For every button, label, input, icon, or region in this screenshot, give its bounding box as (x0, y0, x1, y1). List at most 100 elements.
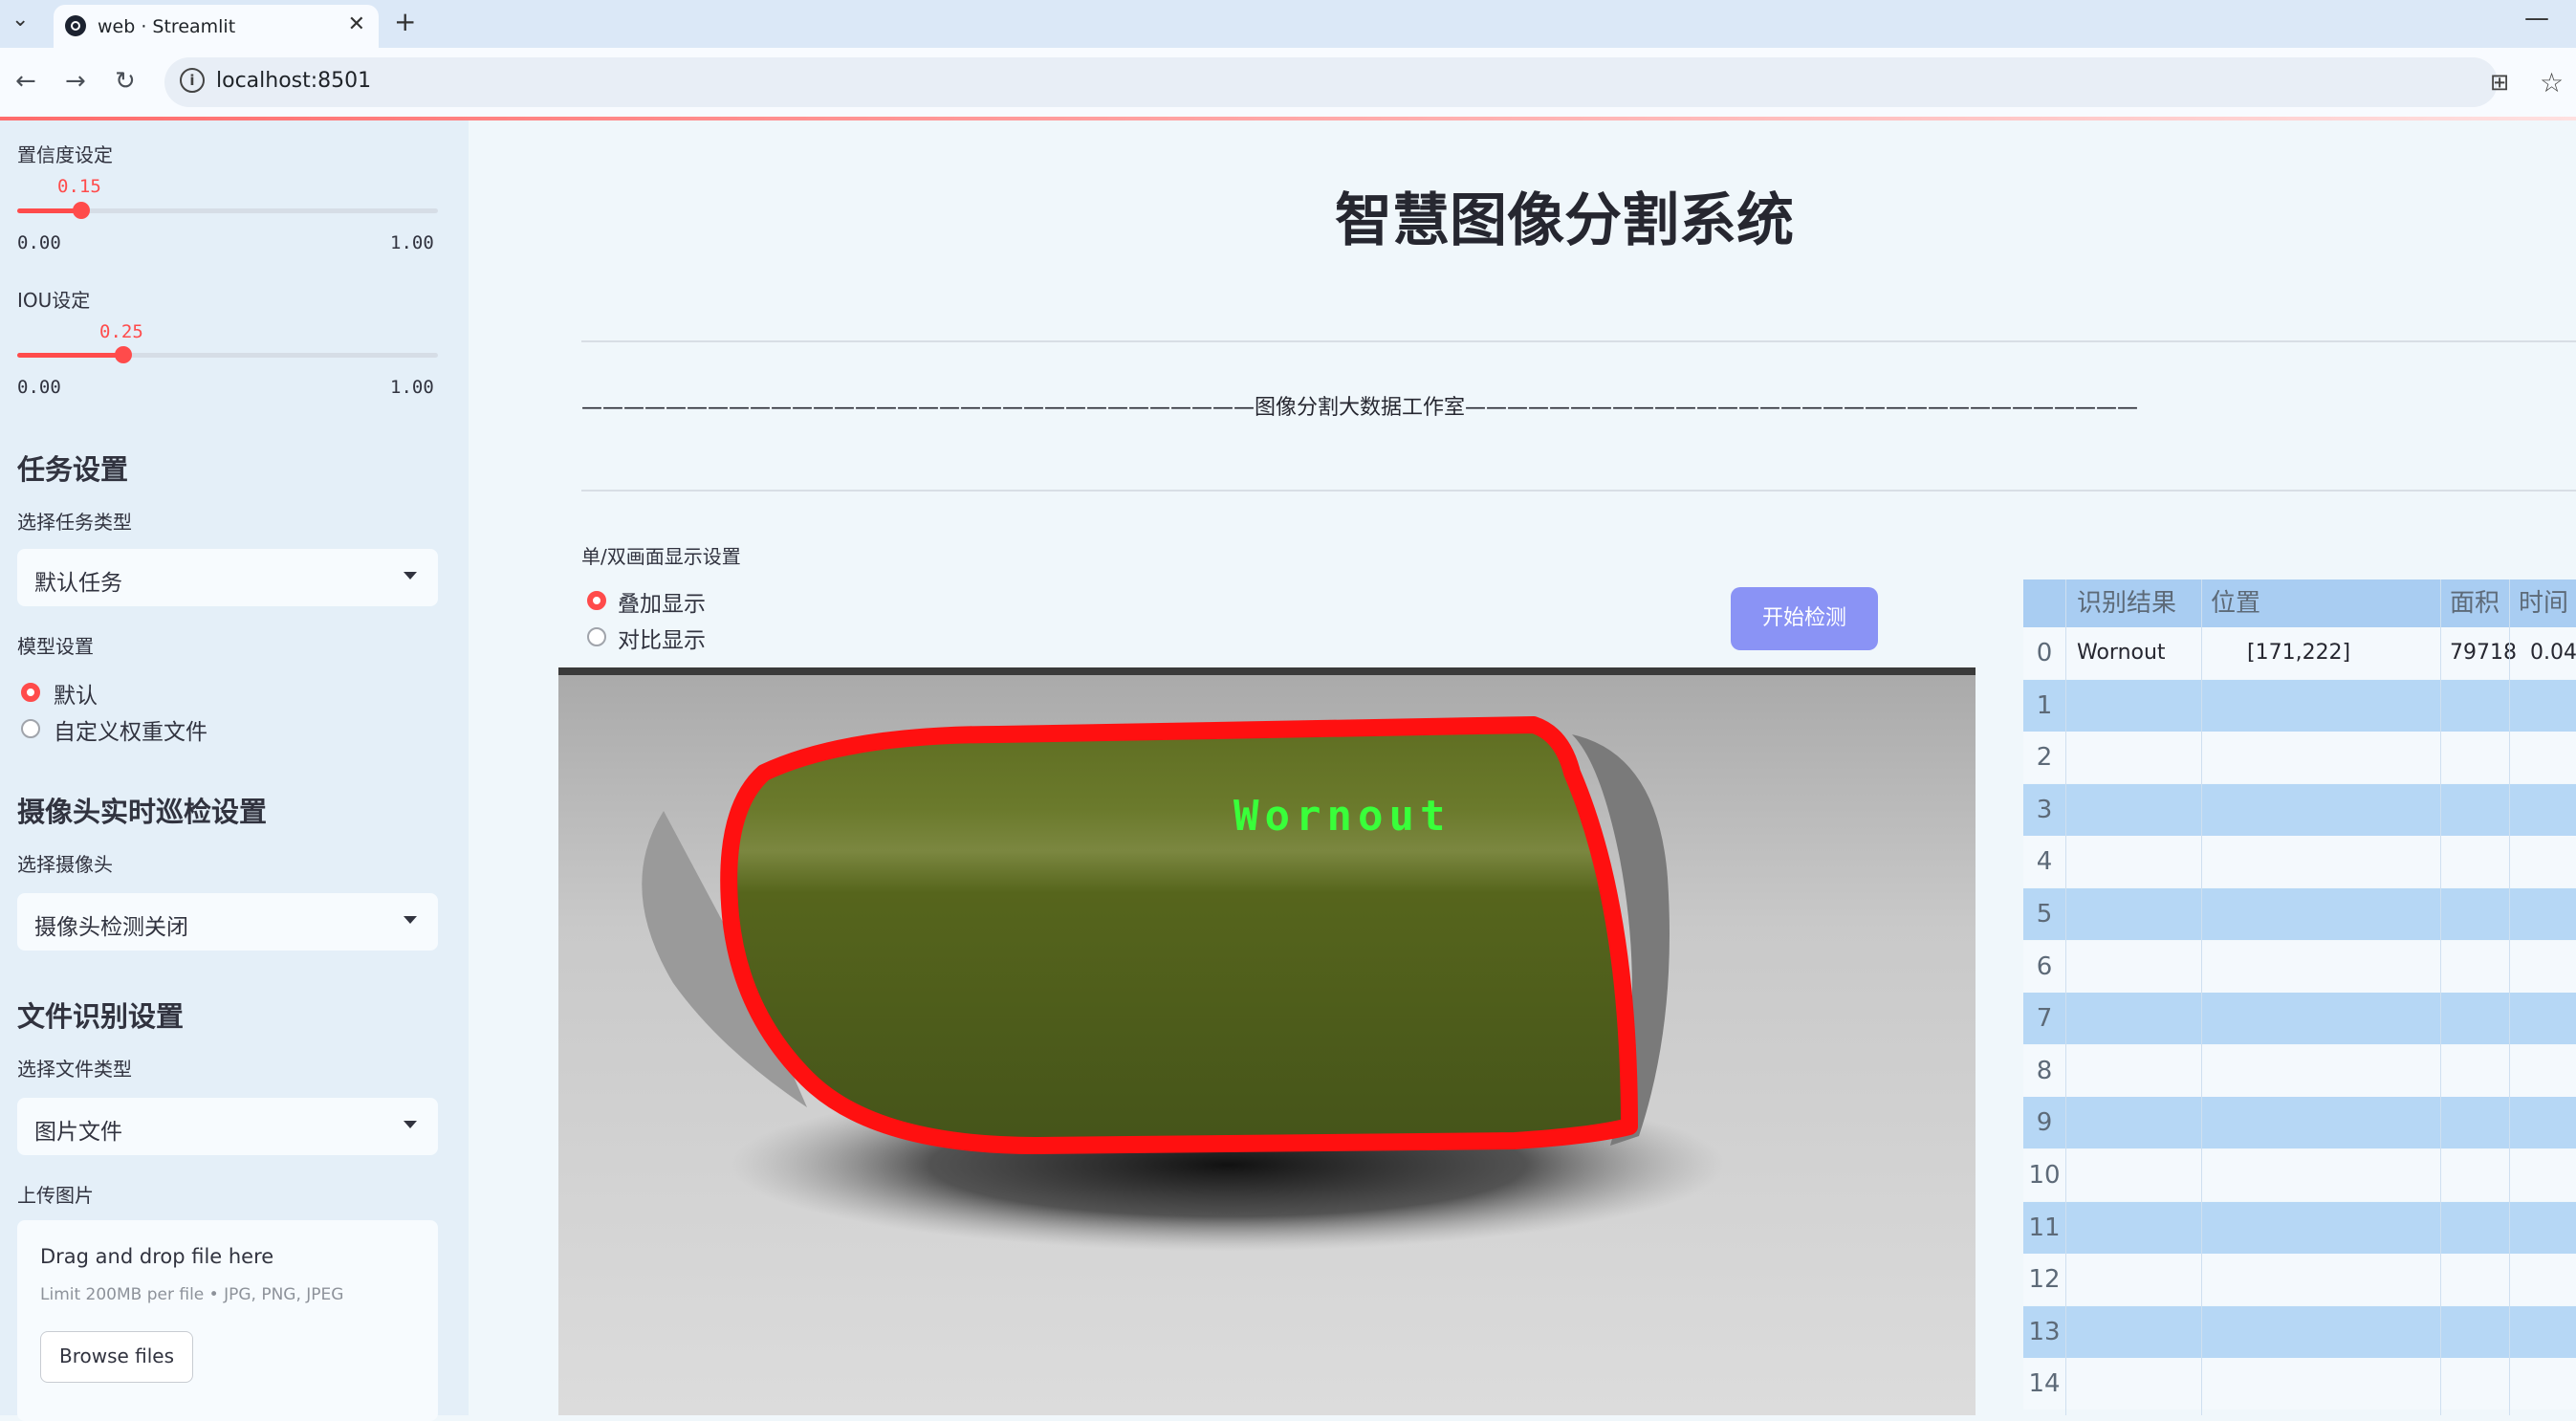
iou-min: 0.00 (17, 377, 61, 398)
cell-position: [171,222] (2247, 641, 2351, 665)
row-index: 1 (2036, 690, 2053, 720)
column-divider (2440, 579, 2441, 1415)
upload-label: 上传图片 (17, 1184, 94, 1207)
upload-limit-text: Limit 200MB per file • JPG, PNG, JPEG (40, 1285, 344, 1304)
table-row[interactable]: 8 (2023, 1044, 2576, 1097)
column-header-area[interactable]: 面积 (2450, 579, 2500, 627)
address-bar[interactable]: i localhost:8501 (164, 57, 2498, 107)
reload-icon[interactable]: ↻ (115, 67, 136, 96)
table-row[interactable]: 13 (2023, 1305, 2576, 1358)
overlay-display-label: 叠加显示 (618, 592, 706, 617)
task-type-value: 默认任务 (34, 571, 122, 596)
chevron-down-icon (404, 572, 417, 579)
column-divider (2201, 579, 2202, 1415)
detection-label-text: Wornout (1233, 792, 1451, 841)
table-row[interactable]: 1 (2023, 679, 2576, 732)
browser-tab-bar (0, 0, 2576, 48)
confidence-max: 1.00 (390, 232, 434, 253)
confidence-min: 0.00 (17, 232, 61, 253)
url-text: localhost:8501 (216, 69, 372, 93)
start-detection-button[interactable]: 开始检测 (1731, 587, 1878, 650)
browser-tab[interactable]: web · Streamlit ✕ (54, 5, 379, 48)
row-index: 14 (2028, 1369, 2061, 1399)
column-header-position[interactable]: 位置 (2211, 579, 2261, 627)
tab-title: web · Streamlit (98, 16, 236, 37)
table-row[interactable]: 0 Wornout [171,222] 79718 0.04 (2023, 627, 2576, 679)
table-row[interactable]: 7 (2023, 993, 2576, 1045)
camera-select[interactable]: 摄像头检测关闭 (17, 893, 438, 951)
minimize-icon[interactable]: — (2524, 4, 2549, 33)
model-default-label: 默认 (54, 684, 98, 709)
iou-label: IOU设定 (17, 289, 91, 312)
compare-display-radio[interactable] (587, 627, 606, 646)
page-title: 智慧图像分割系统 (1335, 187, 1794, 254)
back-icon[interactable]: ← (15, 67, 36, 96)
new-tab-icon[interactable]: + (394, 6, 416, 37)
table-row[interactable]: 14 (2023, 1358, 2576, 1410)
table-row[interactable]: 2 (2023, 732, 2576, 784)
task-type-select[interactable]: 默认任务 (17, 549, 438, 606)
chevron-down-icon (404, 1121, 417, 1128)
confidence-slider-fill (17, 208, 80, 213)
detection-result-image: Wornout (558, 667, 1976, 1415)
bookmark-star-icon[interactable]: ☆ (2540, 67, 2564, 98)
column-header-time[interactable]: 时间 (2519, 579, 2569, 627)
site-info-icon[interactable]: i (180, 68, 205, 93)
overlay-display-radio[interactable] (587, 591, 606, 610)
table-row[interactable]: 10 (2023, 1149, 2576, 1201)
chevron-down-icon (404, 916, 417, 924)
model-custom-radio[interactable] (21, 719, 40, 738)
column-divider (2065, 579, 2066, 1415)
iou-slider-thumb[interactable] (115, 346, 132, 363)
row-index: 7 (2036, 1004, 2053, 1034)
table-row[interactable]: 6 (2023, 940, 2576, 993)
table-row[interactable]: 9 (2023, 1097, 2576, 1149)
row-index: 10 (2028, 1161, 2061, 1190)
segmentation-mask (720, 716, 1638, 1154)
confidence-label: 置信度设定 (17, 143, 113, 166)
file-uploader-dropzone[interactable]: Drag and drop file here Limit 200MB per … (17, 1220, 438, 1421)
column-header-result[interactable]: 识别结果 (2077, 579, 2177, 627)
browse-files-button[interactable]: Browse files (40, 1331, 193, 1383)
studio-divider-text: ————————————————————————————————图像分割大数据工… (581, 396, 2139, 420)
upload-drag-text: Drag and drop file here (40, 1245, 274, 1268)
table-row[interactable]: 3 (2023, 783, 2576, 836)
file-type-value: 图片文件 (34, 1120, 122, 1145)
row-index: 5 (2036, 900, 2053, 929)
compare-display-label: 对比显示 (618, 628, 706, 653)
file-type-label: 选择文件类型 (17, 1058, 132, 1081)
iou-slider-fill (17, 353, 122, 358)
row-index: 3 (2036, 795, 2053, 824)
row-index: 9 (2036, 1108, 2053, 1138)
task-heading: 任务设置 (17, 453, 129, 486)
model-custom-label: 自定义权重文件 (54, 720, 207, 745)
row-index: 0 (2036, 639, 2053, 667)
display-mode-label: 单/双画面显示设置 (581, 545, 741, 568)
iou-max: 1.00 (390, 377, 434, 398)
row-index: 8 (2036, 1056, 2053, 1085)
tab-close-icon[interactable]: ✕ (348, 12, 365, 36)
tab-search-chevron-icon[interactable]: ⌄ (11, 8, 29, 32)
row-index: 4 (2036, 847, 2053, 877)
results-table[interactable]: 识别结果 位置 面积 时间 0 Wornout [171,222] 79718 0.04… (2023, 579, 2576, 1415)
translate-icon[interactable]: ⊞ (2490, 69, 2509, 96)
row-index: 6 (2036, 951, 2053, 981)
row-index: 2 (2036, 743, 2053, 773)
model-label: 模型设置 (17, 635, 94, 658)
table-row[interactable]: 4 (2023, 836, 2576, 888)
table-row[interactable]: 12 (2023, 1254, 2576, 1306)
divider-top (581, 340, 2576, 342)
cell-time: 0.04 (2530, 641, 2576, 665)
confidence-slider-thumb[interactable] (73, 202, 90, 219)
camera-value: 摄像头检测关闭 (34, 915, 188, 940)
row-index: 12 (2028, 1265, 2061, 1295)
table-row[interactable]: 11 (2023, 1201, 2576, 1254)
camera-label: 选择摄像头 (17, 853, 113, 876)
camera-heading: 摄像头实时巡检设置 (17, 796, 268, 828)
column-divider (2509, 579, 2510, 1415)
divider-bottom (581, 490, 2576, 492)
model-default-radio[interactable] (21, 683, 40, 702)
forward-icon[interactable]: → (65, 67, 86, 96)
file-type-select[interactable]: 图片文件 (17, 1098, 438, 1155)
table-row[interactable]: 5 (2023, 888, 2576, 940)
